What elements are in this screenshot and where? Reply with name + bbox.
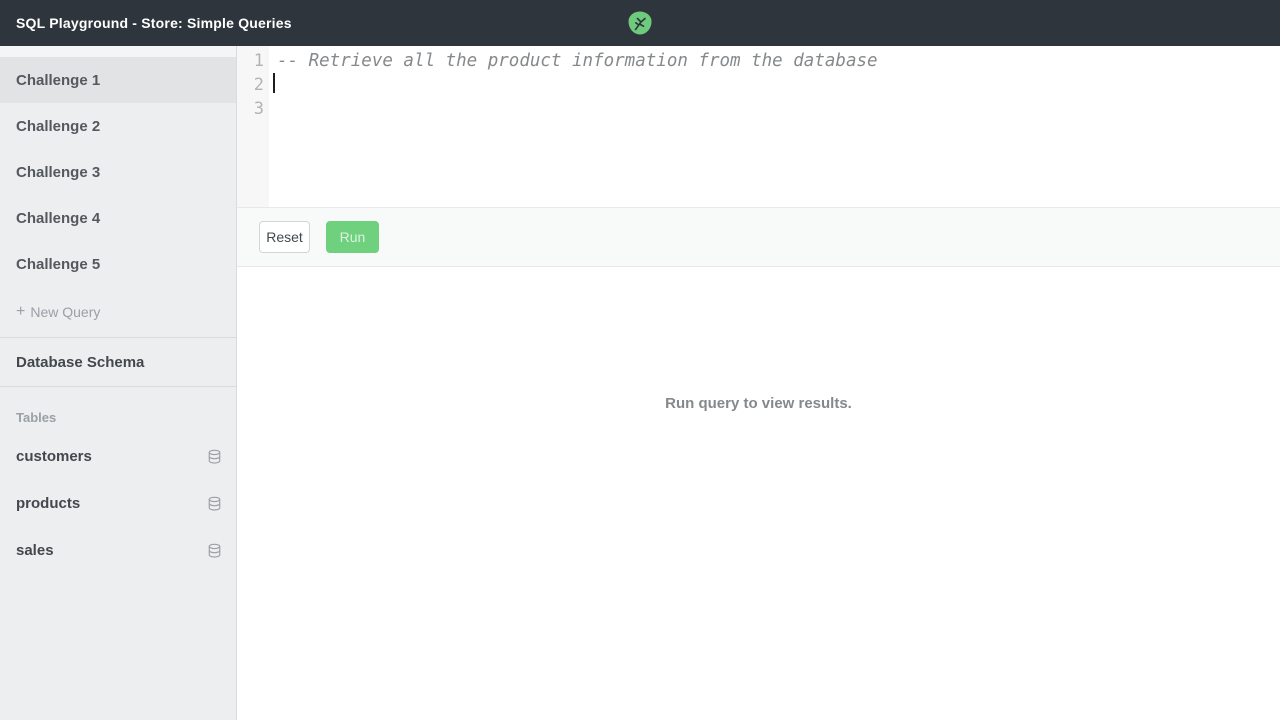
sql-comment: -- Retrieve all the product information … bbox=[277, 49, 878, 73]
text-cursor bbox=[273, 73, 275, 93]
challenge-label: Challenge 3 bbox=[16, 164, 100, 181]
challenge-label: Challenge 5 bbox=[16, 256, 100, 273]
new-query-button[interactable]: + New Query bbox=[0, 287, 236, 337]
topbar: SQL Playground - Store: Simple Queries bbox=[0, 0, 1280, 46]
code-line-3 bbox=[269, 73, 1280, 93]
line-number: 2 bbox=[254, 73, 269, 97]
main-area: 1 2 3 -- Retrieve all the product inform… bbox=[237, 46, 1280, 720]
line-number: 1 bbox=[254, 49, 269, 73]
sidebar: Challenge 1 Challenge 2 Challenge 3 Chal… bbox=[0, 46, 237, 720]
editor-toolbar: Reset Run bbox=[237, 207, 1280, 267]
editor-gutter: 1 2 3 bbox=[237, 46, 269, 207]
results-pane: Run query to view results. bbox=[237, 267, 1280, 720]
challenge-label: Challenge 4 bbox=[16, 210, 100, 227]
app-title: SQL Playground - Store: Simple Queries bbox=[16, 15, 292, 31]
sql-editor[interactable]: 1 2 3 -- Retrieve all the product inform… bbox=[237, 46, 1280, 207]
challenge-label: Challenge 2 bbox=[16, 118, 100, 135]
leaf-icon bbox=[627, 10, 653, 36]
challenge-label: Challenge 1 bbox=[16, 72, 100, 89]
table-row-customers[interactable]: customers bbox=[0, 433, 236, 480]
table-name: customers bbox=[16, 448, 207, 465]
line-number: 3 bbox=[254, 97, 269, 121]
sidebar-top-strip bbox=[0, 46, 236, 57]
new-query-label: New Query bbox=[30, 304, 100, 320]
table-name: sales bbox=[16, 542, 207, 559]
table-row-products[interactable]: products bbox=[0, 480, 236, 527]
database-icon bbox=[207, 543, 222, 559]
editor-code-area[interactable]: -- Retrieve all the product information … bbox=[269, 46, 1280, 207]
reset-button[interactable]: Reset bbox=[259, 221, 310, 253]
sidebar-item-challenge-5[interactable]: Challenge 5 bbox=[0, 241, 236, 287]
database-icon bbox=[207, 496, 222, 512]
database-schema-button[interactable]: Database Schema bbox=[0, 338, 236, 386]
sidebar-item-challenge-3[interactable]: Challenge 3 bbox=[0, 149, 236, 195]
database-icon bbox=[207, 449, 222, 465]
sidebar-item-challenge-1[interactable]: Challenge 1 bbox=[0, 57, 236, 103]
results-placeholder-text: Run query to view results. bbox=[237, 395, 1280, 412]
table-name: products bbox=[16, 495, 207, 512]
sidebar-item-challenge-2[interactable]: Challenge 2 bbox=[0, 103, 236, 149]
table-row-sales[interactable]: sales bbox=[0, 527, 236, 574]
code-line-1: -- Retrieve all the product information … bbox=[269, 49, 1280, 73]
tables-section-header: Tables bbox=[0, 387, 236, 433]
plus-icon: + bbox=[16, 303, 25, 321]
database-schema-label: Database Schema bbox=[16, 354, 144, 371]
run-button[interactable]: Run bbox=[326, 221, 379, 253]
sidebar-item-challenge-4[interactable]: Challenge 4 bbox=[0, 195, 236, 241]
